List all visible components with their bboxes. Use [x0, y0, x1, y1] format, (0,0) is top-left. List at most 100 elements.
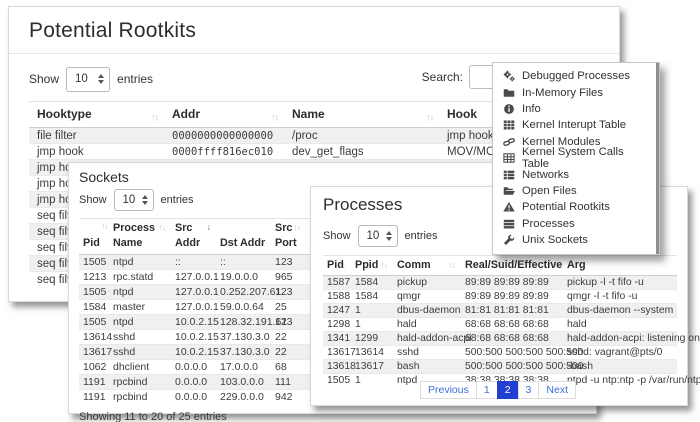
sort-icon[interactable]: ↑↓	[101, 221, 108, 232]
cell-dst-addr: 59.0.0.64	[216, 300, 271, 315]
cell-pid: 1584	[79, 300, 109, 315]
cell-dst-addr: 229.0.0.0	[216, 390, 271, 405]
column-header-src-port[interactable]: Src Port↑↓	[271, 219, 306, 255]
sort-icon[interactable]: ↑↓	[449, 260, 456, 270]
menu-item[interactable]: Info	[493, 101, 659, 117]
cell-arg: hald-addon-acpi: listening on	[563, 332, 677, 346]
menu-item[interactable]: Potential Rootkits	[493, 199, 659, 215]
cell-ppid: 1	[351, 318, 393, 332]
table-row[interactable]: 1247 1 dbus-daemon 81:81 81:81 81:81 dbu…	[323, 304, 677, 318]
column-header-pid[interactable]: ↑↓Pid	[79, 219, 109, 255]
sort-icon[interactable]: ↑↓	[427, 112, 434, 122]
menu-item[interactable]: Unix Sockets	[493, 232, 659, 248]
column-header-comm[interactable]: Comm↑↓	[393, 256, 461, 276]
menu-scrollbar[interactable]	[656, 63, 659, 254]
navigation-dropdown-menu: Debugged Processes In-Memory Files Info …	[492, 62, 660, 255]
sort-icon[interactable]: ↑↓	[272, 112, 279, 122]
desktop-canvas: Potential Rootkits Show 10 entries Searc…	[0, 0, 700, 422]
menu-item[interactable]: Processes	[493, 216, 659, 232]
cell-arg: -bash	[563, 360, 677, 374]
menu-item[interactable]: Debugged Processes	[493, 68, 659, 84]
menu-item-label: Open Files	[522, 185, 577, 197]
cell-ppid: 1	[351, 304, 393, 318]
cell-process-name: sshd	[109, 345, 171, 360]
cell-dst-addr: 19.0.0.0	[216, 270, 271, 285]
cell-process-name: ntpd	[109, 315, 171, 330]
cell-arg: ntpd -u ntp:ntp -p /var/run/ntpd.	[563, 374, 677, 388]
menu-item[interactable]: Kernel System Calls Table	[493, 150, 659, 166]
menu-item[interactable]: Kernel Interupt Table	[493, 117, 659, 133]
table-row[interactable]: 1587 1584 pickup 89:89 89:89 89:89 picku…	[323, 276, 677, 290]
cell-src-addr: 10.0.2.15	[171, 330, 216, 345]
next-page-button[interactable]: Next	[538, 381, 576, 399]
column-header-process-name[interactable]: Process Name↑↓	[109, 219, 171, 255]
sort-icon[interactable]: ↑↓	[339, 260, 346, 270]
entries-label: entries	[405, 230, 438, 242]
menu-item-label: Processes	[522, 218, 575, 230]
cell-dst-addr: 17.0.0.0	[216, 360, 271, 375]
tasks-icon	[503, 218, 515, 230]
warning-triangle-icon	[503, 201, 515, 213]
page-size-select[interactable]: 10	[114, 189, 154, 211]
table-row[interactable]: 13617 13614 sshd 500:500 500:500 500:500…	[323, 346, 677, 360]
table-row[interactable]: 1341 1299 hald-addon-acpi 68:68 68:68 68…	[323, 332, 677, 346]
sort-icon[interactable]: ↑↓	[152, 112, 159, 122]
cell-src-port: 965	[271, 270, 306, 285]
cell-ids: 89:89 89:89 89:89	[461, 276, 563, 290]
menu-item-label: Potential Rootkits	[522, 201, 610, 213]
sort-icon[interactable]: ↑↓	[159, 222, 166, 233]
entries-label: entries	[161, 194, 194, 206]
cell-pid: 1191	[79, 375, 109, 390]
cell-src-port: 111	[271, 375, 306, 390]
cell-src-port: 25	[271, 300, 306, 315]
column-header-src-addr[interactable]: Src Addr↓	[171, 219, 216, 255]
cell-pid: 1191	[79, 390, 109, 405]
show-label: Show	[79, 194, 107, 206]
column-header-ids[interactable]: Real/Suid/Effective↓	[461, 256, 563, 276]
sort-icon[interactable]: ↓	[207, 222, 210, 233]
cell-dst-addr: ::	[216, 255, 271, 270]
cell-src-addr: 127.0.0.1	[171, 300, 216, 315]
table-row[interactable]: 1588 1584 qmgr 89:89 89:89 89:89 qmgr -l…	[323, 290, 677, 304]
cell-addr: 0000000000000000	[164, 128, 284, 144]
cell-pid: 13617	[323, 346, 351, 360]
column-header-addr[interactable]: Addr↑↓	[164, 102, 284, 128]
column-header-pid[interactable]: Pid↑↓	[323, 256, 351, 276]
cell-pid: 1587	[323, 276, 351, 290]
menu-item-label: Unix Sockets	[522, 234, 588, 246]
cell-pid: 13614	[79, 330, 109, 345]
previous-page-button[interactable]: Previous	[420, 381, 477, 399]
pagination: Previous 1 2 3 Next	[421, 381, 576, 399]
cell-pid: 13617	[79, 345, 109, 360]
cell-src-port: 123	[271, 255, 306, 270]
sort-icon[interactable]: ↑↓	[381, 260, 388, 270]
page-number-button[interactable]: 2	[497, 381, 519, 399]
wrench-icon	[503, 234, 515, 246]
page-size-select[interactable]: 10	[358, 225, 398, 247]
column-header-name[interactable]: Name↑↓	[284, 102, 439, 128]
sort-icon[interactable]: ↑↓	[294, 222, 301, 233]
cell-src-port: 22	[271, 330, 306, 345]
menu-item-label: Kernel System Calls Table	[522, 146, 649, 170]
cell-dst-addr: 103.0.0.0	[216, 375, 271, 390]
menu-item-label: Networks	[522, 169, 569, 181]
column-header-ppid[interactable]: Ppid↑↓	[351, 256, 393, 276]
column-header-dst-addr[interactable]: Dst Addr	[216, 219, 271, 255]
cell-src-port: 942	[271, 390, 306, 405]
menu-item[interactable]: Open Files	[493, 183, 659, 199]
column-header-arg[interactable]: Arg	[563, 256, 677, 276]
sort-icon[interactable]: ↓	[554, 260, 557, 270]
select-arrows-icon	[142, 195, 148, 205]
column-header-hooktype[interactable]: Hooktype↑↓	[29, 102, 164, 128]
menu-item[interactable]: In-Memory Files	[493, 84, 659, 100]
page-number-button[interactable]: 3	[518, 381, 540, 399]
table-row[interactable]: 13618 13617 bash 500:500 500:500 500:500…	[323, 360, 677, 374]
cell-src-addr: 0.0.0.0	[171, 375, 216, 390]
cell-pid: 1505	[79, 315, 109, 330]
cell-src-port: 123	[271, 285, 306, 300]
cell-src-port: 68	[271, 360, 306, 375]
page-number-button[interactable]: 1	[476, 381, 498, 399]
table-row[interactable]: 1298 1 hald 68:68 68:68 68:68 hald	[323, 318, 677, 332]
page-size-select[interactable]: 10	[66, 67, 110, 92]
cell-process-name: sshd	[109, 330, 171, 345]
